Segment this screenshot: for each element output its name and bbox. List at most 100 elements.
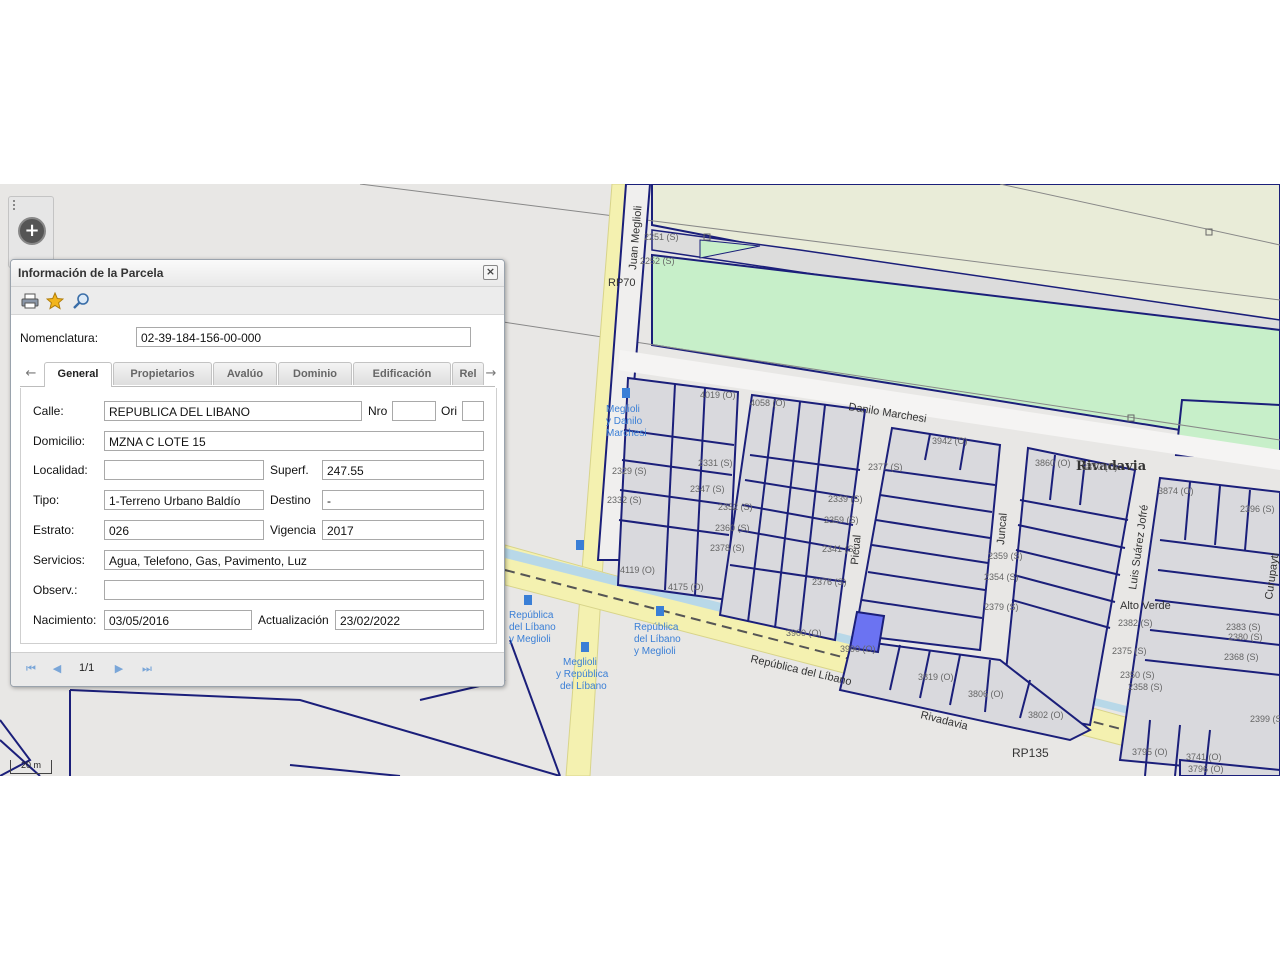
- parcel-number-label: 3874 (O): [1158, 486, 1194, 496]
- stop3-line3: del Líbano: [560, 681, 607, 692]
- nacimiento-label: Nacimiento:: [33, 613, 97, 627]
- parcel-number-label: 2383 (S): [1226, 622, 1261, 632]
- parcel-number-label: 2379 (S): [984, 602, 1019, 612]
- servicios-label: Servicios:: [33, 553, 86, 567]
- stop3-line2: y República: [556, 669, 609, 680]
- destino-label: Destino: [270, 493, 311, 507]
- nomenclatura-field[interactable]: 02-39-184-156-00-000: [136, 327, 471, 347]
- actualizacion-label: Actualización: [258, 613, 329, 627]
- estrato-field[interactable]: 026: [104, 520, 264, 540]
- last-page-icon[interactable]: ⏭: [139, 661, 155, 677]
- parcel-number-label: 2378 (S): [710, 543, 745, 553]
- drag-handle-icon[interactable]: [13, 200, 18, 210]
- parcel-number-label: 4175 (O): [668, 582, 704, 592]
- nomenclatura-label: Nomenclatura:: [20, 331, 99, 345]
- window-header[interactable]: Información de la Parcela ×: [11, 260, 504, 287]
- prev-page-icon[interactable]: ◀: [49, 661, 65, 677]
- parcel-number-label: 2341 (S): [822, 544, 857, 554]
- parcel-number-label: 2377 (S): [868, 462, 903, 472]
- parcel-number-label: 2396 (S): [1240, 504, 1275, 514]
- tipo-field[interactable]: 1-Terreno Urbano Baldío: [104, 490, 264, 510]
- general-fields: Calle: REPUBLICA DEL LIBANO Nro Ori Domi…: [20, 388, 497, 644]
- bus-stop-icon[interactable]: [581, 642, 589, 652]
- tab-scroll-right-icon[interactable]: →: [482, 363, 500, 384]
- parcel-number-label: 2368 (S): [1224, 652, 1259, 662]
- stop4-line3: y Meglioli: [634, 646, 676, 657]
- parcel-number-label: 3741 (O): [1186, 752, 1222, 762]
- parcel-number-label: 3795 (O): [1132, 747, 1168, 757]
- stop2-line3: y Meglioli: [509, 634, 551, 645]
- bus-stop-icon[interactable]: [576, 540, 584, 550]
- parcel-number-label: 2352 (S): [718, 502, 753, 512]
- tab-dominio[interactable]: Dominio: [278, 362, 352, 385]
- bus-stop-icon[interactable]: [524, 595, 532, 605]
- parcel-number-label: 2354 (S): [984, 572, 1019, 582]
- tab-propietarios[interactable]: Propietarios: [113, 362, 212, 385]
- tab-general[interactable]: General: [44, 362, 112, 387]
- superf-label: Superf.: [270, 463, 309, 477]
- parcel-number-label: 4019 (O): [700, 390, 736, 400]
- destino-field[interactable]: -: [322, 490, 484, 510]
- nacimiento-field[interactable]: 03/05/2016: [104, 610, 252, 630]
- tipo-label: Tipo:: [33, 493, 60, 507]
- superf-field[interactable]: 247.55: [322, 460, 484, 480]
- parcel-number-label: 2360 (S): [715, 523, 750, 533]
- servicios-field[interactable]: Agua, Telefono, Gas, Pavimento, Luz: [104, 550, 484, 570]
- calle-field[interactable]: REPUBLICA DEL LIBANO: [104, 401, 362, 421]
- stop1-line1: Meglioli: [606, 404, 640, 415]
- zoom-control: +: [8, 196, 54, 268]
- tab-edificacion[interactable]: Edificación: [353, 362, 451, 385]
- observ-field[interactable]: [104, 580, 484, 600]
- parcel-number-label: 3870 (O): [1082, 462, 1118, 472]
- nro-field[interactable]: [392, 401, 436, 421]
- parcel-number-label: 3942 (O): [932, 436, 968, 446]
- tab-avaluo[interactable]: Avalúo: [213, 362, 277, 385]
- scale-bar: 20 m: [10, 760, 52, 774]
- bus-stop-icon[interactable]: [656, 606, 664, 616]
- parcel-number-label: 2380 (S): [1228, 632, 1263, 642]
- parcel-number-label: 2375 (S): [1112, 646, 1147, 656]
- print-icon[interactable]: [21, 292, 39, 310]
- record-pager: ⏮ ◀ 1/1 ▶ ⏭: [11, 652, 504, 686]
- page-indicator: 1/1: [79, 662, 95, 674]
- tab-rel[interactable]: Rel: [452, 362, 484, 385]
- stop3-line1: Meglioli: [563, 657, 597, 668]
- bus-stop-icon[interactable]: [622, 388, 630, 398]
- parcel-number-label: 2350 (S): [1120, 670, 1155, 680]
- domicilio-field[interactable]: MZNA C LOTE 15: [104, 431, 484, 451]
- ori-field[interactable]: [462, 401, 484, 421]
- parcel-number-label: 2252 (S): [640, 256, 675, 266]
- parcel-number-label: 4119 (O): [620, 565, 655, 575]
- close-icon[interactable]: ×: [483, 265, 498, 280]
- nro-label: Nro: [368, 404, 388, 418]
- zoom-to-parcel-icon[interactable]: [72, 292, 90, 310]
- stop2-line1: República: [509, 610, 554, 621]
- observ-label: Observ.:: [33, 583, 78, 597]
- stop2-line2: del Líbano: [509, 622, 556, 633]
- parcel-number-label: 2339 (S): [828, 494, 863, 504]
- parcel-number-label: 2331 (S): [698, 458, 733, 468]
- parcel-info-window: Información de la Parcela × Nomenclatura…: [10, 259, 505, 687]
- actualizacion-field[interactable]: 23/02/2022: [335, 610, 484, 630]
- domicilio-label: Domicilio:: [33, 434, 86, 448]
- parcel-number-label: 3802 (O): [1028, 710, 1064, 720]
- parcel-number-label: 2347 (S): [690, 484, 725, 494]
- street-rp70: RP70: [608, 277, 636, 289]
- stop1-line3: Marchesi: [606, 428, 647, 439]
- toolbar: [11, 287, 504, 315]
- parcel-number-label: 2359 (S): [824, 515, 859, 525]
- favorite-star-icon[interactable]: [46, 292, 64, 310]
- calle-label: Calle:: [33, 404, 64, 418]
- vigencia-field[interactable]: 2017: [322, 520, 484, 540]
- parcel-number-label: 2399 (S): [1250, 714, 1280, 724]
- parcel-number-label: 3900 (O): [786, 628, 822, 638]
- localidad-label: Localidad:: [33, 463, 88, 477]
- first-page-icon[interactable]: ⏮: [23, 661, 39, 677]
- localidad-field[interactable]: [104, 460, 264, 480]
- stop1-line2: y Danilo: [606, 416, 643, 427]
- tab-scroll-left-icon[interactable]: ←: [22, 363, 40, 384]
- zoom-in-icon[interactable]: +: [18, 217, 46, 245]
- next-page-icon[interactable]: ▶: [111, 661, 127, 677]
- parcel-number-label: 2382 (S): [1118, 618, 1153, 628]
- parcel-number-label: 3990 (O): [840, 644, 876, 654]
